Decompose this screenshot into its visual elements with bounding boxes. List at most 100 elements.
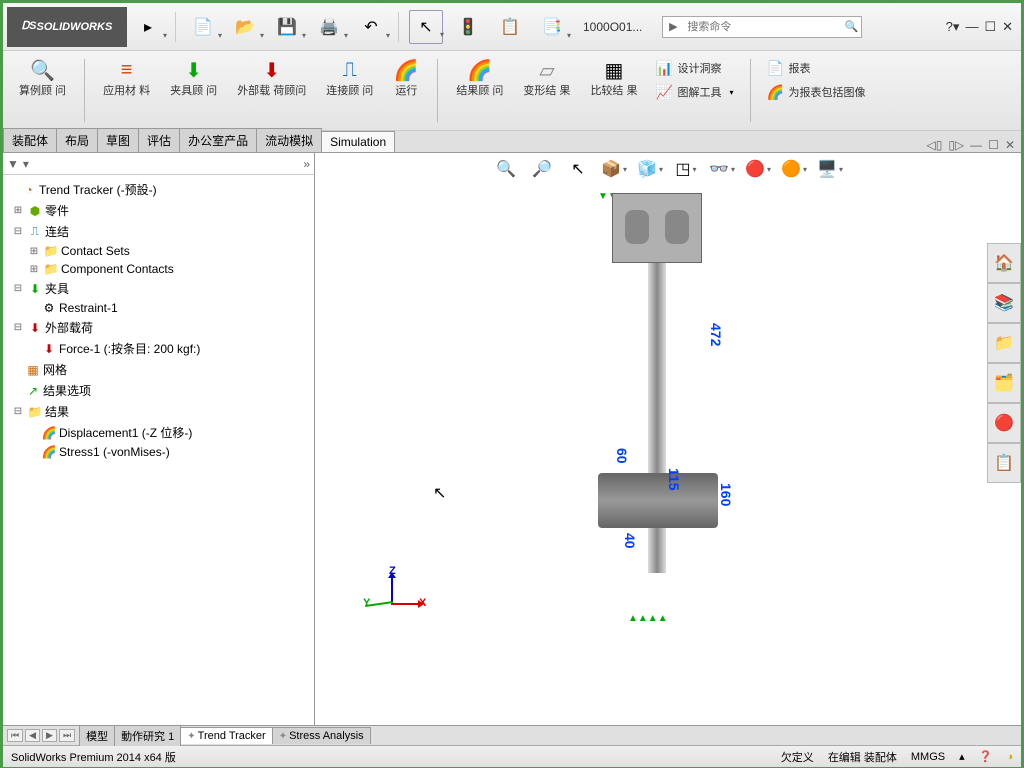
app-logo: SOLIDWORKS — [7, 7, 127, 47]
settings-button[interactable]: 📑 — [535, 10, 569, 44]
appearances-icon[interactable]: 🔴 — [987, 403, 1021, 443]
graphics-area[interactable]: 🔍 🔎 ↖ 📦 🧊 ◳ 👓 🔴 🟠 🖥️ ▼▼▼▼▼▼ 472 60 115 4… — [315, 153, 1021, 725]
tab-flow[interactable]: 流动模拟 — [256, 128, 322, 152]
hide-show-icon[interactable]: 👓 — [710, 157, 734, 181]
report-button[interactable]: 📄报表 — [765, 57, 868, 79]
tree-mesh[interactable]: ▦网格 — [5, 359, 312, 380]
study-advisor-button[interactable]: 🔍算例顾 问 — [15, 55, 70, 126]
tree-parts[interactable]: ⊞⬢零件 — [5, 200, 312, 221]
document-name: 1000O01... — [583, 20, 642, 34]
view-settings-icon[interactable]: 🖥️ — [818, 157, 842, 181]
run-button[interactable]: 🌈运行 — [389, 55, 423, 126]
tab-layout[interactable]: 布局 — [56, 128, 98, 152]
tree-force-1[interactable]: ⬇Force-1 (:按条目: 200 kgf:) — [5, 338, 312, 359]
doc-maximize-button[interactable]: ☐ — [988, 138, 999, 152]
prev-view-icon[interactable]: ↖ — [566, 157, 590, 181]
view-orientation-icon[interactable]: 🧊 — [638, 157, 662, 181]
plot-tools-button[interactable]: 📈图解工具▾ — [654, 81, 736, 103]
bottom-tab-model[interactable]: 模型 — [79, 725, 115, 746]
display-style-icon[interactable]: ◳ — [674, 157, 698, 181]
tree-component-contacts[interactable]: ⊞📁Component Contacts — [5, 260, 312, 278]
save-button[interactable]: 💾 — [270, 10, 304, 44]
fixture-advisor-button[interactable]: ⬇夹具顾 问 — [166, 55, 221, 126]
appearance-icon[interactable]: 🔴 — [746, 157, 770, 181]
menu-dropdown[interactable]: ▸ — [131, 10, 165, 44]
status-help-icon[interactable]: ❓ — [979, 750, 993, 763]
undo-button[interactable]: ↶ — [354, 10, 388, 44]
ribbon: 🔍算例顾 问 ≡应用材 料 ⬇夹具顾 问 ⬇外部载 荷顾问 ⎍连接顾 问 🌈运行… — [3, 51, 1021, 131]
status-editing: 在编辑 装配体 — [828, 749, 897, 765]
doc-close-button[interactable]: ✕ — [1005, 138, 1015, 152]
apply-material-button[interactable]: ≡应用材 料 — [99, 55, 154, 126]
tree-fixtures[interactable]: ⊟⬇夹具 — [5, 278, 312, 299]
connection-advisor-button[interactable]: ⎍连接顾 问 — [322, 55, 377, 126]
tree-root[interactable]: ◔Trend Tracker (-预設-) — [5, 179, 312, 200]
model-view: ▼▼▼▼▼▼ 472 60 115 40 160 ▲▲▲▲ — [558, 193, 778, 653]
file-explorer-icon[interactable]: 📁 — [987, 323, 1021, 363]
new-button[interactable]: 📄 — [186, 10, 220, 44]
tree-external-loads[interactable]: ⊟⬇外部载荷 — [5, 317, 312, 338]
tab-sketch[interactable]: 草图 — [97, 128, 139, 152]
design-library-icon[interactable]: 📚 — [987, 283, 1021, 323]
status-bar: SolidWorks Premium 2014 x64 版 欠定义 在编辑 装配… — [3, 745, 1021, 767]
viewport-prev-icon[interactable]: ◁▯ — [926, 138, 942, 152]
search-input[interactable] — [683, 21, 841, 33]
flyout-icon[interactable]: ▾ — [23, 157, 29, 171]
workspace: ▼ ▾ » ◔Trend Tracker (-预設-) ⊞⬢零件 ⊟⎍连结 ⊞📁… — [3, 153, 1021, 725]
dimension-160: 160 — [718, 483, 734, 506]
options-button[interactable]: 📋 — [493, 10, 527, 44]
feature-tree-panel: ▼ ▾ » ◔Trend Tracker (-预設-) ⊞⬢零件 ⊟⎍连结 ⊞📁… — [3, 153, 315, 725]
tab-assembly[interactable]: 装配体 — [3, 128, 57, 152]
zoom-fit-icon[interactable]: 🔍 — [494, 157, 518, 181]
close-button[interactable]: ✕ — [1002, 19, 1013, 35]
view-palette-icon[interactable]: 🗂️ — [987, 363, 1021, 403]
filter-icon[interactable]: ▼ — [7, 157, 19, 171]
simulation-tree[interactable]: ◔Trend Tracker (-预設-) ⊞⬢零件 ⊟⎍连结 ⊞📁Contac… — [3, 175, 314, 725]
open-button[interactable]: 📂 — [228, 10, 262, 44]
zoom-area-icon[interactable]: 🔎 — [530, 157, 554, 181]
external-loads-button[interactable]: ⬇外部载 荷顾问 — [233, 55, 310, 126]
bottom-tab-motion[interactable]: 動作研究 1 — [114, 725, 181, 746]
bottom-tab-trend[interactable]: ✦Trend Tracker — [180, 727, 272, 744]
results-advisor-button[interactable]: 🌈结果顾 问 — [452, 55, 507, 126]
home-icon[interactable]: 🏠 — [987, 243, 1021, 283]
panel-expand-icon[interactable]: » — [303, 157, 310, 171]
tab-nav-last[interactable]: ⏭ — [59, 729, 75, 742]
dimension-40: 40 — [622, 533, 638, 549]
tree-stress-1[interactable]: 🌈Stress1 (-vonMises-) — [5, 443, 312, 461]
tab-office[interactable]: 办公室产品 — [179, 128, 257, 152]
tab-simulation[interactable]: Simulation — [321, 131, 395, 152]
search-icon[interactable]: 🔍 — [841, 20, 861, 33]
status-units[interactable]: MMGS — [911, 751, 945, 763]
select-button[interactable]: ↖ — [409, 10, 443, 44]
section-view-icon[interactable]: 📦 — [602, 157, 626, 181]
tree-contact-sets[interactable]: ⊞📁Contact Sets — [5, 242, 312, 260]
bottom-tab-stress[interactable]: ✦Stress Analysis — [272, 727, 371, 744]
viewport-next-icon[interactable]: ▯▷ — [948, 138, 964, 152]
tree-results[interactable]: ⊟📁结果 — [5, 401, 312, 422]
compare-results-button[interactable]: ▦比较结 果 — [586, 55, 641, 126]
tab-nav-prev[interactable]: ◀ — [25, 729, 40, 742]
status-rebuild-icon[interactable]: ◑ — [1006, 751, 1013, 763]
tab-nav-first[interactable]: ⏮ — [7, 729, 23, 742]
include-image-button[interactable]: 🌈为报表包括图像 — [765, 81, 868, 103]
tree-restraint-1[interactable]: ⚙Restraint-1 — [5, 299, 312, 317]
tree-connections[interactable]: ⊟⎍连结 — [5, 221, 312, 242]
maximize-button[interactable]: ☐ — [984, 19, 996, 35]
search-box[interactable]: ▶ 🔍 — [662, 16, 862, 38]
print-button[interactable]: 🖨️ — [312, 10, 346, 44]
tree-result-options[interactable]: ↗结果选项 — [5, 380, 312, 401]
tree-displacement-1[interactable]: 🌈Displacement1 (-Z 位移-) — [5, 422, 312, 443]
tab-evaluate[interactable]: 评估 — [138, 128, 180, 152]
doc-minimize-button[interactable]: — — [970, 138, 982, 152]
axis-y-label: Y — [363, 597, 370, 609]
design-insight-button[interactable]: 📊设计洞察 — [654, 57, 736, 79]
minimize-button[interactable]: — — [965, 19, 978, 35]
scene-icon[interactable]: 🟠 — [782, 157, 806, 181]
help-icon[interactable]: ?▾ — [946, 19, 960, 35]
status-dropdown-icon[interactable]: ▴ — [959, 750, 965, 763]
custom-properties-icon[interactable]: 📋 — [987, 443, 1021, 483]
dimension-60: 60 — [614, 448, 630, 464]
rebuild-button[interactable]: 🚦 — [451, 10, 485, 44]
tab-nav-next[interactable]: ▶ — [42, 729, 57, 742]
